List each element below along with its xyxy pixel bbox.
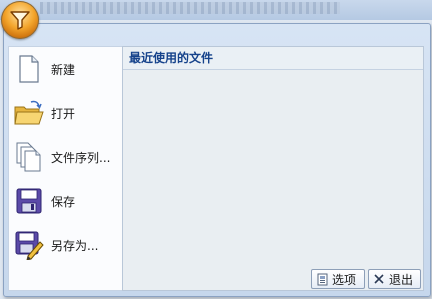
office-button[interactable] xyxy=(1,1,39,39)
funnel-icon xyxy=(10,11,30,30)
new-document-icon xyxy=(11,52,47,86)
options-button-label: 选项 xyxy=(332,272,357,287)
file-sequence-command[interactable]: 文件序列... xyxy=(11,137,119,177)
application-menu: 新建 打开 文件序列... 保存 另存为... 最近使用的文件 选项 退出 xyxy=(3,23,431,297)
save-as-command[interactable]: 另存为... xyxy=(11,225,119,265)
exit-button-label: 退出 xyxy=(389,272,414,287)
recent-files-panel: 最近使用的文件 xyxy=(122,46,424,291)
options-icon xyxy=(315,272,329,286)
save-as-icon xyxy=(11,228,47,262)
recent-files-heading: 最近使用的文件 xyxy=(123,47,423,70)
ribbon-backdrop-strip xyxy=(40,2,340,14)
close-icon xyxy=(372,272,386,286)
save-floppy-icon xyxy=(11,184,47,218)
ribbon-backdrop xyxy=(0,0,432,20)
file-sequence-icon xyxy=(11,140,47,174)
save-as-command-label: 另存为... xyxy=(51,238,99,253)
open-folder-icon xyxy=(11,96,47,130)
exit-button[interactable]: 退出 xyxy=(368,269,421,289)
open-command-label: 打开 xyxy=(51,106,76,121)
save-command[interactable]: 保存 xyxy=(11,181,119,221)
command-list: 新建 打开 文件序列... 保存 另存为... xyxy=(8,46,124,291)
save-command-label: 保存 xyxy=(51,194,76,209)
file-sequence-command-label: 文件序列... xyxy=(51,150,111,165)
new-command[interactable]: 新建 xyxy=(11,49,119,89)
new-command-label: 新建 xyxy=(51,62,76,77)
open-command[interactable]: 打开 xyxy=(11,93,119,133)
options-button[interactable]: 选项 xyxy=(311,269,365,289)
